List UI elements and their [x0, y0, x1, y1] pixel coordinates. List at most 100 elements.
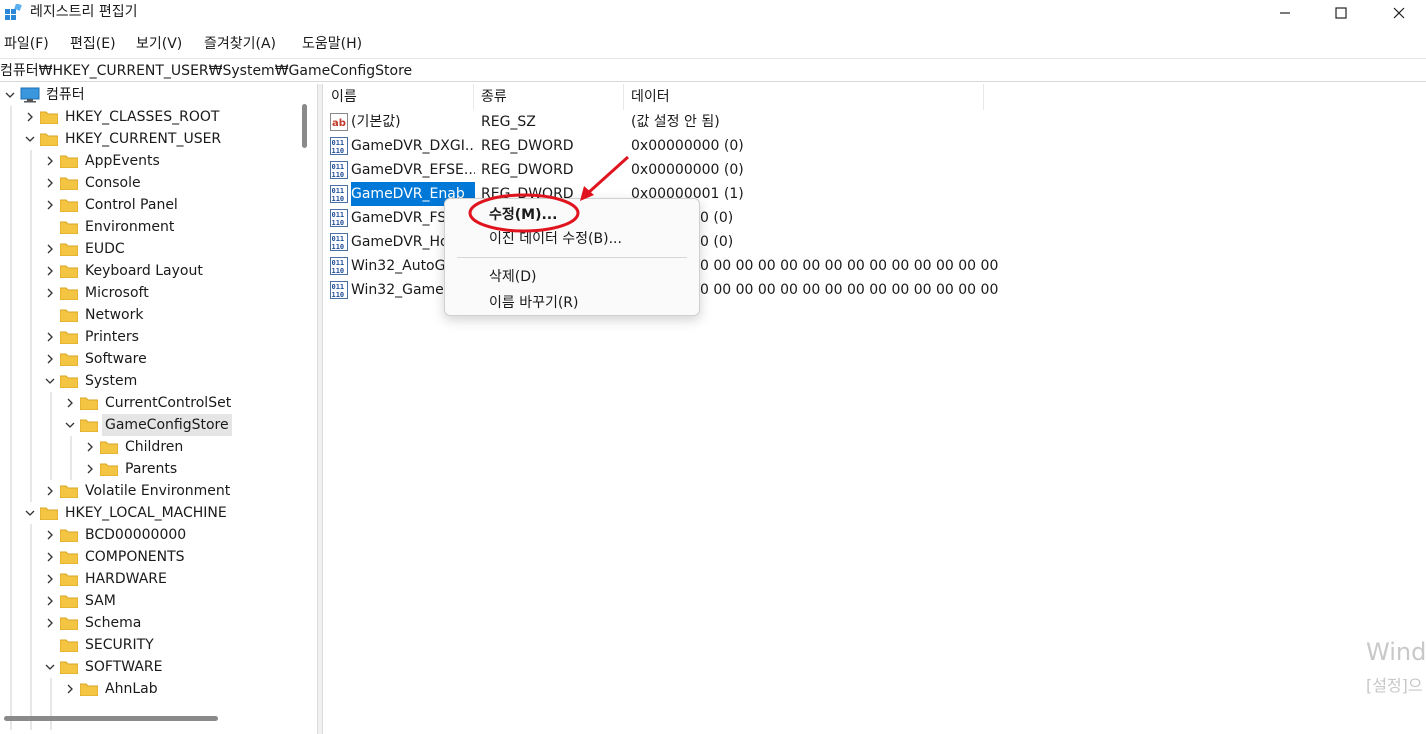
tree-item-software[interactable]: Software	[0, 348, 317, 370]
menu-file[interactable]: 파일(F)	[4, 34, 49, 54]
tree-item-network[interactable]: Network	[0, 304, 317, 326]
tree-item-microsoft[interactable]: Microsoft	[0, 282, 317, 304]
context-menu-modify[interactable]: 수정(M)...	[489, 205, 557, 225]
chevron-right-icon[interactable]	[64, 678, 76, 700]
chevron-right-icon[interactable]	[44, 524, 56, 546]
tree-item-schema[interactable]: Schema	[0, 612, 317, 634]
chevron-right-icon[interactable]	[44, 546, 56, 568]
chevron-right-icon[interactable]	[44, 590, 56, 612]
tree-item-appevents[interactable]: AppEvents	[0, 150, 317, 172]
folder-icon	[60, 485, 78, 498]
tree-item-hkey-classes-root[interactable]: HKEY_CLASSES_ROOT	[0, 106, 317, 128]
tree-item-components[interactable]: COMPONENTS	[0, 546, 317, 568]
value-name: (기본값)	[351, 114, 401, 130]
folder-icon	[80, 683, 98, 696]
chevron-right-icon[interactable]	[44, 326, 56, 348]
value-data: 0 (0)	[700, 234, 734, 250]
folder-icon	[60, 551, 78, 564]
tree-item-volatile-environment[interactable]: Volatile Environment	[0, 480, 317, 502]
tree-item-computer[interactable]: 컴퓨터	[0, 84, 317, 106]
svg-text:110: 110	[332, 291, 345, 299]
svg-text:011: 011	[332, 139, 345, 147]
chevron-right-icon[interactable]	[44, 282, 56, 304]
tree-item-currentcontrolset[interactable]: CurrentControlSet	[0, 392, 317, 414]
chevron-right-icon[interactable]	[44, 348, 56, 370]
tree-item-bcd[interactable]: BCD00000000	[0, 524, 317, 546]
tree-item-eudc[interactable]: EUDC	[0, 238, 317, 260]
chevron-right-icon[interactable]	[24, 106, 36, 128]
tree-item-label: Environment	[85, 219, 175, 235]
chevron-right-icon[interactable]	[44, 480, 56, 502]
address-path[interactable]: 컴퓨터₩HKEY_CURRENT_USER₩System₩GameConfigS…	[0, 61, 412, 81]
context-menu-rename[interactable]: 이름 바꾸기(R)	[489, 293, 579, 313]
chevron-right-icon[interactable]	[44, 194, 56, 216]
value-data: 0 00 00 00 00 00 00 00 00 00 00 00 00 00…	[700, 258, 1000, 274]
list-item[interactable]: 011 110 GameDVR_DXGI... REG_DWORD 0x00000…	[324, 134, 1024, 158]
chevron-down-icon[interactable]	[44, 370, 56, 392]
tree-item-ahnlab[interactable]: AhnLab	[0, 678, 317, 700]
tree-item-hkey-current-user[interactable]: HKEY_CURRENT_USER	[0, 128, 317, 150]
tree-item-label: Keyboard Layout	[85, 263, 203, 279]
chevron-right-icon[interactable]	[44, 612, 56, 634]
chevron-down-icon[interactable]	[24, 502, 36, 524]
folder-icon	[60, 331, 78, 344]
column-header-name[interactable]: 이름	[324, 84, 474, 110]
context-menu: 수정(M)... 이진 데이터 수정(B)... 삭제(D) 이름 바꾸기(R)	[444, 198, 700, 316]
tree-item-control-panel[interactable]: Control Panel	[0, 194, 317, 216]
tree-item-console[interactable]: Console	[0, 172, 317, 194]
tree-item-printers[interactable]: Printers	[0, 326, 317, 348]
tree-item-children[interactable]: Children	[0, 436, 317, 458]
chevron-right-icon[interactable]	[44, 150, 56, 172]
close-button[interactable]	[1376, 0, 1422, 26]
chevron-right-icon[interactable]	[44, 172, 56, 194]
column-header-data[interactable]: 데이터	[624, 84, 984, 110]
svg-text:011: 011	[332, 235, 345, 243]
chevron-down-icon[interactable]	[24, 128, 36, 150]
tree-item-keyboard-layout[interactable]: Keyboard Layout	[0, 260, 317, 282]
address-bar[interactable]: 컴퓨터₩HKEY_CURRENT_USER₩System₩GameConfigS…	[0, 58, 1426, 82]
chevron-right-icon[interactable]	[44, 238, 56, 260]
tree-item-label: HKEY_CLASSES_ROOT	[65, 109, 220, 125]
menu-help[interactable]: 도움말(H)	[302, 34, 362, 54]
chevron-right-icon[interactable]	[84, 458, 96, 480]
context-menu-modify-binary[interactable]: 이진 데이터 수정(B)...	[489, 229, 622, 249]
svg-text:110: 110	[332, 243, 345, 251]
tree-item-environment[interactable]: Environment	[0, 216, 317, 238]
chevron-down-icon[interactable]	[44, 656, 56, 678]
tree-item-system[interactable]: System	[0, 370, 317, 392]
binary-value-icon: 011110	[330, 185, 348, 203]
list-item[interactable]: 011 110 GameDVR_EFSE... REG_DWORD 0x00000…	[324, 158, 1024, 182]
svg-text:011: 011	[332, 187, 345, 195]
tree-item-security[interactable]: SECURITY	[0, 634, 317, 656]
chevron-down-icon[interactable]	[4, 84, 16, 106]
menu-view[interactable]: 보기(V)	[136, 34, 182, 54]
folder-icon	[100, 463, 118, 476]
chevron-right-icon[interactable]	[44, 568, 56, 590]
tree-item-label: EUDC	[85, 241, 125, 257]
tree-horizontal-scrollbar[interactable]	[4, 716, 218, 721]
tree-item-hardware[interactable]: HARDWARE	[0, 568, 317, 590]
tree-item-parents[interactable]: Parents	[0, 458, 317, 480]
menu-edit[interactable]: 편집(E)	[70, 34, 116, 54]
tree-item-gameconfigstore[interactable]: GameConfigStore	[0, 414, 317, 436]
tree-item-software-hklm[interactable]: SOFTWARE	[0, 656, 317, 678]
list-item[interactable]: ab (기본값) REG_SZ (값 설정 안 됨)	[324, 110, 1024, 134]
tree-item-hkey-local-machine[interactable]: HKEY_LOCAL_MACHINE	[0, 502, 317, 524]
chevron-right-icon[interactable]	[64, 392, 76, 414]
column-header-type[interactable]: 종류	[474, 84, 624, 110]
maximize-button[interactable]	[1318, 0, 1364, 26]
tree-vertical-scrollbar[interactable]	[302, 104, 307, 148]
binary-value-icon: 011110	[330, 281, 348, 299]
chevron-down-icon[interactable]	[64, 414, 76, 436]
pane-splitter[interactable]	[317, 84, 323, 734]
menu-favorites[interactable]: 즐겨찾기(A)	[204, 34, 276, 54]
tree-item-label: HKEY_LOCAL_MACHINE	[65, 505, 227, 521]
binary-value-icon: 011110	[330, 233, 348, 251]
value-data: (값 설정 안 됨)	[631, 114, 720, 130]
tree-item-label: Software	[85, 351, 147, 367]
context-menu-delete[interactable]: 삭제(D)	[489, 267, 536, 287]
tree-item-sam[interactable]: SAM	[0, 590, 317, 612]
chevron-right-icon[interactable]	[84, 436, 96, 458]
minimize-button[interactable]	[1262, 0, 1308, 26]
chevron-right-icon[interactable]	[44, 260, 56, 282]
